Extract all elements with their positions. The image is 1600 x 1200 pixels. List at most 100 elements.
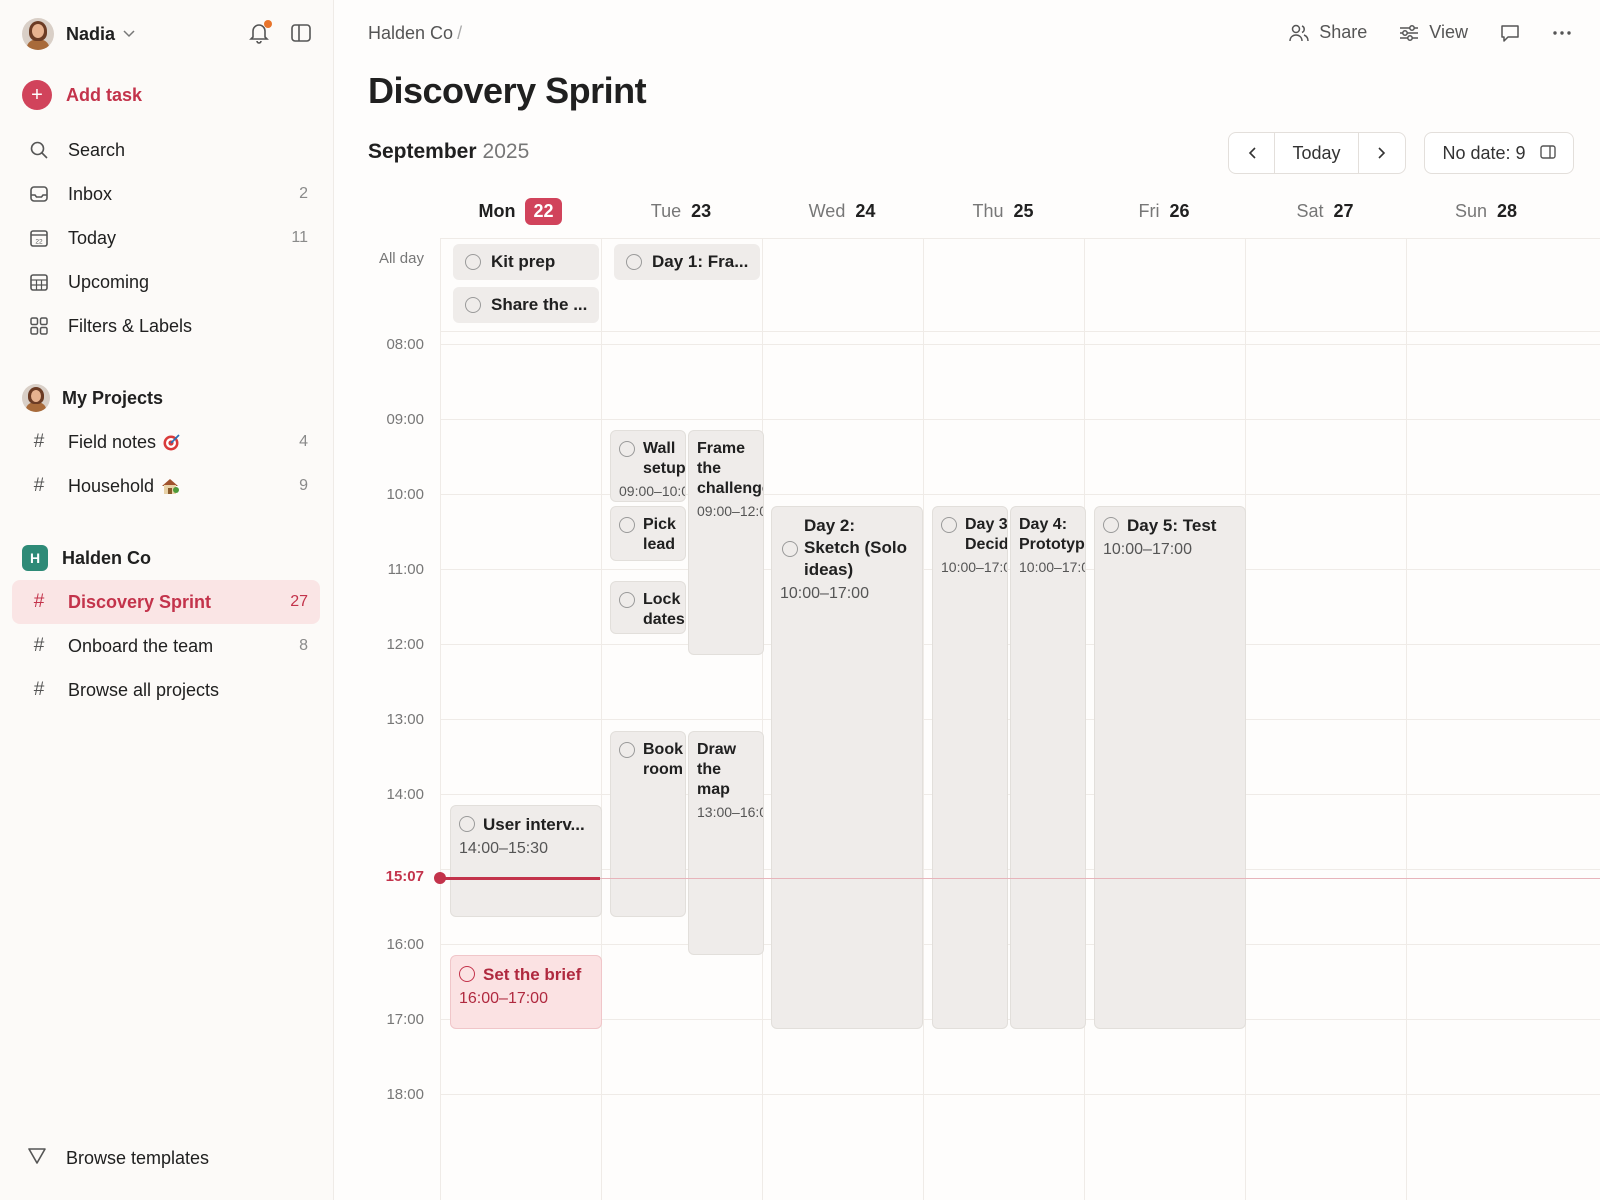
calendar-event[interactable]: Frame the challenge 09:00–12:00	[688, 430, 764, 655]
day-header-thu[interactable]: Thu 25	[923, 196, 1083, 226]
calendar-event[interactable]: Wall setup 09:00–10:00	[610, 430, 686, 502]
nav-count: 2	[299, 185, 308, 202]
day-header-sun[interactable]: Sun 28	[1406, 196, 1566, 226]
user-name: Nadia	[66, 23, 116, 44]
bell-icon[interactable]	[249, 20, 272, 44]
hour-label: 18:00	[386, 1086, 424, 1103]
task-checkbox[interactable]	[619, 517, 635, 533]
task-checkbox[interactable]	[941, 517, 957, 533]
calendar-event[interactable]: Day 4: Prototype 10:00–17:00	[1010, 506, 1086, 1029]
avatar	[22, 384, 50, 412]
event-time: 09:00–10:00	[619, 483, 685, 499]
project-onboard-team[interactable]: # Onboard the team 8	[12, 624, 320, 668]
nav-label: Inbox	[68, 183, 113, 204]
calendar-event[interactable]: Draw the map 13:00–16:00	[688, 731, 764, 955]
nav-label: Today	[68, 227, 117, 248]
calendar-event[interactable]: Book room	[610, 731, 686, 917]
browse-templates[interactable]: Browse templates	[28, 1148, 209, 1169]
svg-text:22: 22	[35, 239, 43, 246]
calendar-today-icon: 22	[28, 229, 50, 247]
my-projects-header[interactable]: My Projects	[12, 376, 320, 420]
calendar-event[interactable]: Day 3: Decide 10:00–17:00	[932, 506, 1008, 1029]
hash-icon: #	[33, 475, 45, 496]
hash-icon: #	[33, 591, 45, 612]
all-day-task[interactable]: Day 1: Fra...	[614, 244, 760, 280]
day-header-fri[interactable]: Fri 26	[1084, 196, 1244, 226]
nav-item-filters[interactable]: Filters & Labels	[12, 304, 320, 348]
all-day-task[interactable]: Share the ...	[453, 287, 599, 323]
project-label: Onboard the team	[68, 635, 214, 656]
hour-label: 08:00	[386, 336, 424, 353]
calendar-event[interactable]: User interv... 14:00–15:30	[450, 805, 602, 917]
browse-all-projects[interactable]: # Browse all projects	[12, 668, 320, 712]
team-header[interactable]: H Halden Co	[12, 536, 320, 580]
day-number: 25	[1013, 200, 1034, 221]
add-task-button[interactable]: + Add task	[22, 80, 142, 110]
task-checkbox[interactable]	[459, 966, 475, 982]
task-title: Share the ...	[491, 295, 588, 314]
sidebar-toggle-icon[interactable]	[291, 24, 311, 42]
task-checkbox[interactable]	[619, 441, 635, 457]
task-checkbox[interactable]	[459, 816, 475, 832]
inbox-icon	[28, 186, 50, 202]
task-checkbox[interactable]	[1103, 517, 1119, 533]
all-day-task[interactable]: Kit prep	[453, 244, 599, 280]
day-header-wed[interactable]: Wed 24	[762, 196, 922, 226]
plus-icon: +	[22, 80, 52, 110]
task-checkbox[interactable]	[465, 297, 481, 313]
project-label: Household	[68, 475, 155, 496]
nav-count: 11	[291, 229, 308, 246]
project-field-notes[interactable]: # Field notes 4	[12, 420, 320, 464]
calendar-event[interactable]: Lock dates	[610, 581, 686, 634]
day-header-tue[interactable]: Tue 23	[601, 196, 761, 226]
nav-label: Upcoming	[68, 271, 150, 292]
project-discovery-sprint[interactable]: # Discovery Sprint 27	[12, 580, 320, 624]
nav-item-today[interactable]: 22 Today 11	[12, 216, 320, 260]
hash-icon: #	[33, 431, 45, 452]
day-number: 24	[855, 200, 876, 221]
nav-item-search[interactable]: Search	[12, 128, 320, 172]
day-header-sat[interactable]: Sat 27	[1245, 196, 1405, 226]
day-name: Sat	[1296, 200, 1324, 221]
task-checkbox[interactable]	[619, 592, 635, 608]
calendar-event[interactable]: Pick lead	[610, 506, 686, 561]
event-title: Frame the challenge	[697, 440, 764, 497]
event-title: Day 2: Sketch (Solo ideas)	[804, 516, 907, 579]
calendar-event[interactable]: Day 5: Test 10:00–17:00	[1094, 506, 1246, 1029]
calendar-event[interactable]: Day 2: Sketch (Solo ideas) 10:00–17:00	[771, 506, 923, 1029]
hour-line	[440, 419, 1600, 420]
nav-item-upcoming[interactable]: Upcoming	[12, 260, 320, 304]
current-time-dot	[434, 872, 446, 884]
hour-label: 12:00	[386, 636, 424, 653]
user-menu[interactable]: Nadia	[22, 18, 135, 50]
team-badge: H	[22, 545, 48, 571]
hour-label: 14:00	[386, 786, 424, 803]
task-checkbox[interactable]	[619, 742, 635, 758]
day-number: 28	[1497, 200, 1518, 221]
grid-line	[440, 331, 1600, 332]
task-checkbox[interactable]	[626, 254, 642, 270]
task-checkbox[interactable]	[782, 541, 798, 557]
day-header-mon[interactable]: Mon 22	[440, 196, 600, 226]
task-checkbox[interactable]	[465, 254, 481, 270]
day-number: 23	[691, 200, 712, 221]
nav-item-inbox[interactable]: Inbox 2	[12, 172, 320, 216]
event-title: Book room	[643, 741, 683, 778]
hour-label: 16:00	[386, 936, 424, 953]
main-nav: Search Inbox 2 22 Today 11 Upcoming Filt…	[12, 128, 320, 348]
project-count: 4	[299, 433, 308, 450]
event-time: 09:00–12:00	[697, 503, 763, 519]
day-name: Wed	[808, 200, 846, 221]
hour-line	[440, 1094, 1600, 1095]
day-name: Thu	[972, 200, 1004, 221]
project-household[interactable]: # Household 9	[12, 464, 320, 508]
search-icon	[28, 141, 50, 159]
day-name: Fri	[1138, 200, 1160, 221]
nav-label: Filters & Labels	[68, 315, 193, 336]
chevron-down-icon	[123, 27, 135, 41]
team-projects: H Halden Co # Discovery Sprint 27 # Onbo…	[12, 536, 320, 712]
avatar	[22, 18, 54, 50]
calendar-event[interactable]: Set the brief 16:00–17:00	[450, 955, 602, 1029]
event-title: Set the brief	[483, 965, 582, 984]
task-title: Kit prep	[491, 252, 556, 271]
